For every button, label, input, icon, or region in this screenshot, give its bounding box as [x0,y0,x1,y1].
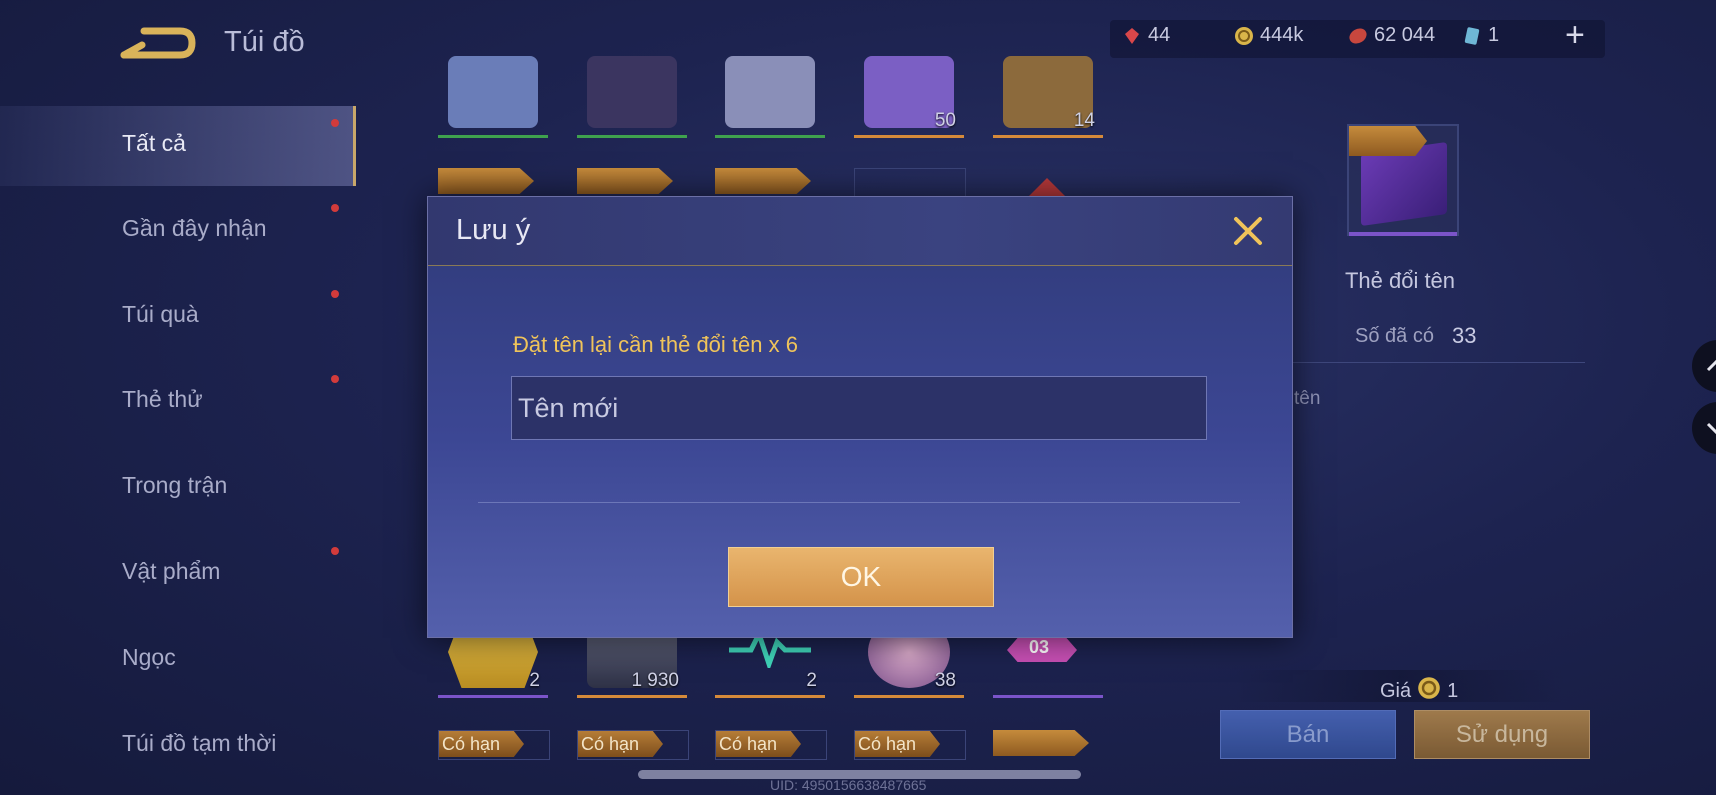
back-arrow-icon[interactable] [120,25,196,65]
currency-card: 1 [1462,24,1499,47]
notification-dot [331,204,339,212]
gold-coin-icon [1417,676,1441,706]
notification-dot [331,119,339,127]
chevron-up-icon [1706,359,1716,372]
user-id: UID: 4950156638487665 [770,777,927,793]
sidebar-item-temp-bag[interactable]: Túi đồ tạm thời [0,706,356,786]
divider [478,502,1240,503]
inventory-slot[interactable]: 14 [993,48,1103,138]
chevron-down-icon [1706,422,1716,435]
currency-red-gem: 62 044 [1348,24,1435,47]
red-gem-icon [1348,26,1368,46]
dialog-title: Lưu ý [456,214,531,246]
add-currency-button[interactable]: + [1565,18,1585,52]
owned-label: Số đã có [1355,325,1434,347]
sidebar-item-gift-bag[interactable]: Túi quà [0,277,356,357]
currency-gold: 444k [1234,24,1303,47]
divider [1290,362,1585,363]
sidebar-item-in-match[interactable]: Trong trận [0,448,356,528]
card-icon [1462,26,1482,46]
ok-button[interactable]: OK [728,547,994,607]
ruby-icon [1122,26,1142,46]
sell-button[interactable]: Bán [1220,710,1396,759]
notification-dot [331,547,339,555]
new-name-input[interactable] [511,376,1207,440]
sidebar-item-all[interactable]: Tất cả [0,106,356,186]
inventory-slot[interactable]: Có hạn [438,730,550,760]
sidebar-item-trial-cards[interactable]: Thẻ thử [0,362,356,442]
item-description: tên [1294,388,1321,409]
scroll-down-button[interactable] [1692,402,1716,454]
price: Giá 1 [1380,676,1458,706]
inventory-slot[interactable]: Có hạn [854,730,966,760]
use-button[interactable]: Sử dụng [1414,710,1590,759]
rename-prompt: Đặt tên lại cần thẻ đổi tên x 6 [513,332,798,357]
item-name: Thẻ đổi tên [1344,268,1456,293]
inventory-slot[interactable] [438,48,548,138]
sidebar-item-recent[interactable]: Gần đây nhận [0,191,356,271]
inventory-slot[interactable]: Có hạn [577,730,689,760]
inventory-slot[interactable]: Có hạn [715,730,827,760]
scroll-up-button[interactable] [1692,340,1716,392]
notification-dot [331,290,339,298]
inventory-slot[interactable] [993,730,1103,758]
sidebar-item-items[interactable]: Vật phẩm [0,534,356,614]
close-icon[interactable] [1228,211,1268,251]
rename-dialog: Lưu ý Đặt tên lại cần thẻ đổi tên x 6 OK [427,196,1293,638]
owned-count: 33 [1452,323,1477,348]
inventory-slot[interactable]: 50 [854,48,964,138]
notification-dot [331,375,339,383]
gold-coin-icon [1234,26,1254,46]
dialog-header: Lưu ý [428,197,1292,266]
sidebar: Tất cả Gần đây nhận Túi quà Thẻ thử Tron… [0,105,356,795]
sidebar-item-gems[interactable]: Ngọc [0,620,356,700]
page-title: Túi đồ [224,26,305,58]
inventory-slot[interactable] [715,48,825,138]
currency-ruby: 44 [1122,24,1170,47]
selected-item-card [1347,124,1459,236]
inventory-slot[interactable] [577,48,687,138]
